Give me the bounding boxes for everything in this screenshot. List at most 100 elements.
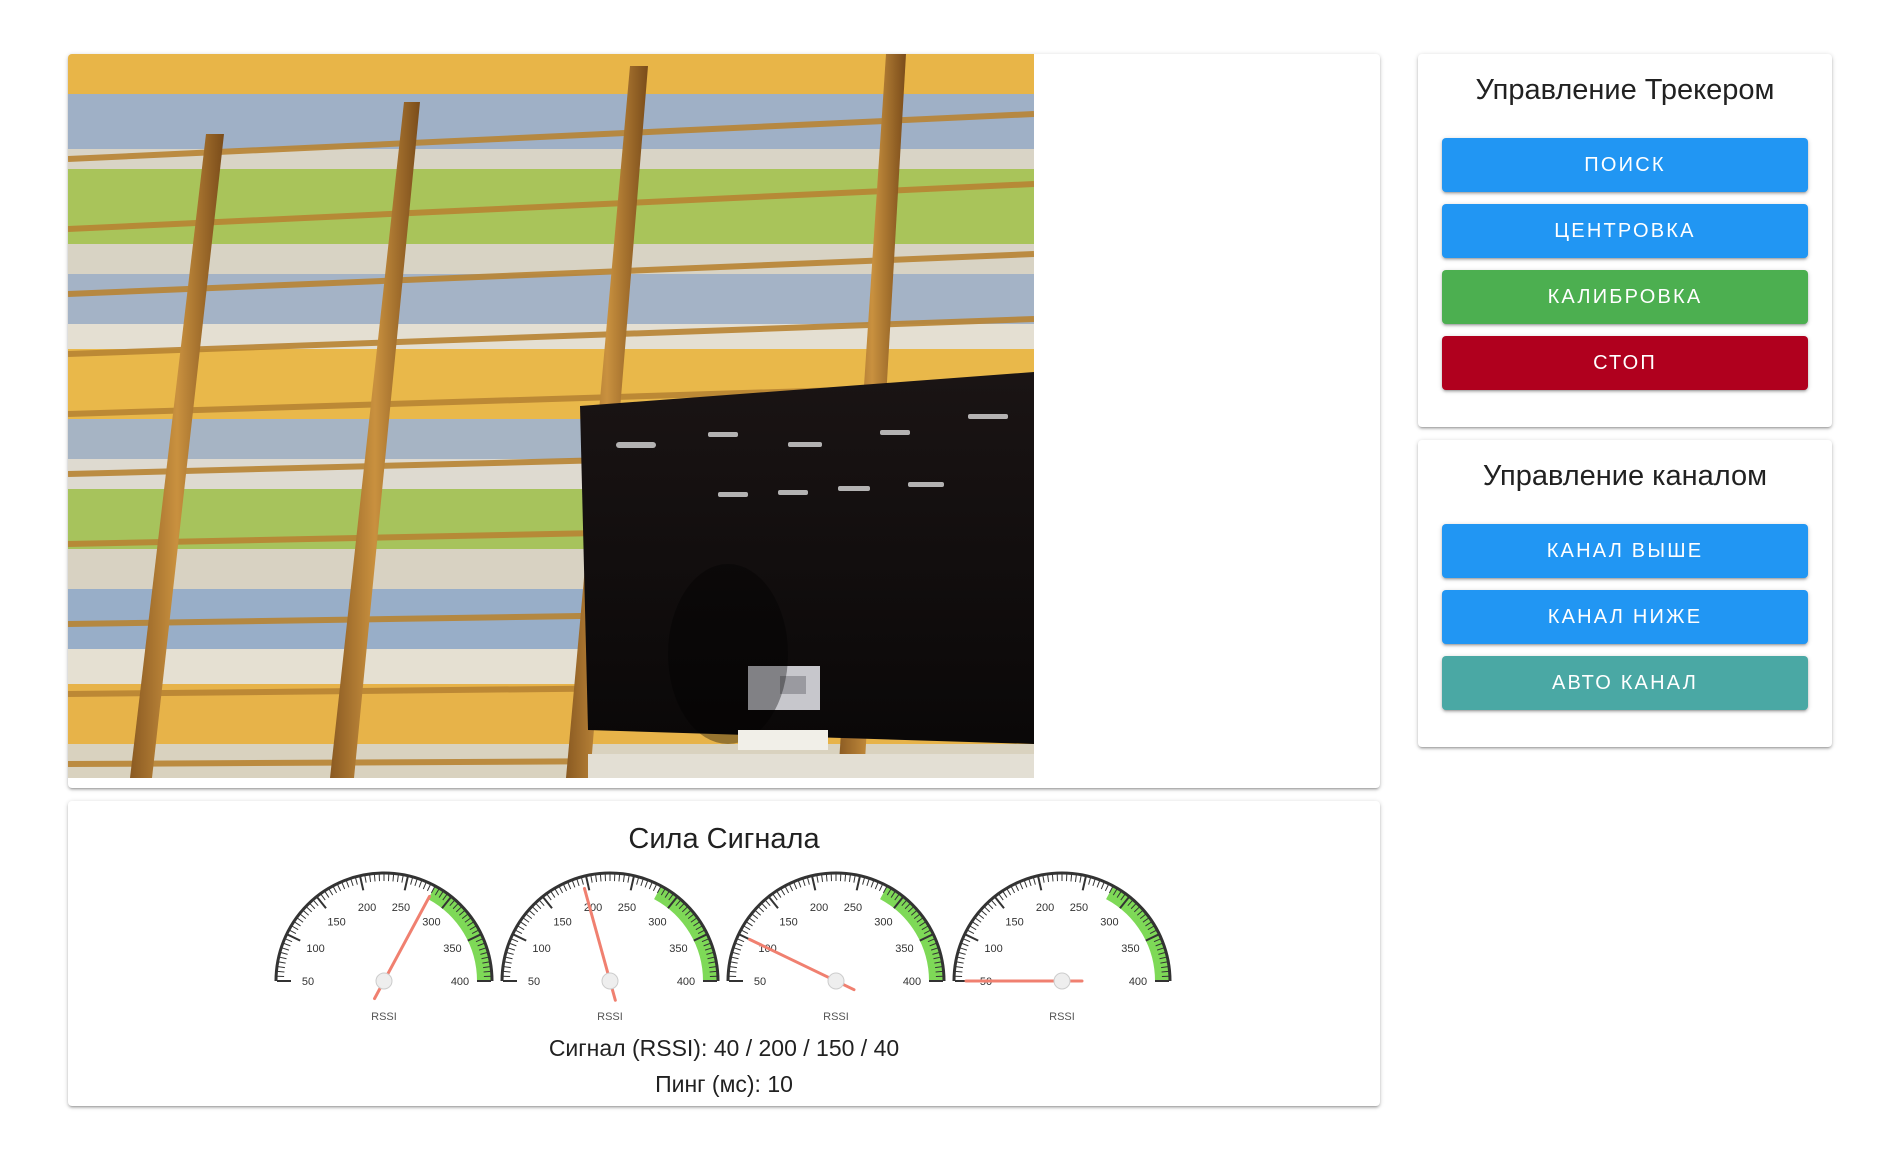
gauge-tick-label: 350 — [443, 943, 461, 955]
gauge-tick-label: 300 — [874, 917, 892, 929]
channel-up-button[interactable]: КАНАЛ ВЫШЕ — [1442, 524, 1808, 578]
gauge-minor-tick — [515, 929, 523, 935]
gauge-minor-tick — [422, 882, 427, 890]
gauge-label: RSSI — [823, 1011, 849, 1023]
calibrate-button[interactable]: КАЛИБРОВКА — [1442, 270, 1808, 324]
gauge-minor-tick — [337, 884, 342, 892]
gauge-minor-tick — [955, 970, 963, 973]
gauge-minor-tick — [306, 906, 313, 913]
gauge-minor-tick — [520, 921, 527, 927]
gauge-arc — [500, 871, 720, 982]
gauge-minor-tick — [752, 913, 759, 920]
gauge-minor-tick — [731, 956, 739, 960]
auto-channel-button[interactable]: АВТО КАНАЛ — [1442, 656, 1808, 710]
gauge-minor-tick — [277, 970, 285, 973]
gauge-minor-tick — [539, 900, 545, 907]
gauge-minor-tick — [401, 875, 404, 883]
gauge-label: RSSI — [1049, 1011, 1075, 1023]
gauge-minor-tick — [581, 877, 584, 885]
gauge-minor-tick — [1010, 886, 1016, 894]
gauge-tick-label: 150 — [327, 917, 345, 929]
stop-button[interactable]: СТОП — [1442, 336, 1808, 390]
gauge-tick-label: 100 — [984, 943, 1002, 955]
gauge-minor-tick — [960, 947, 968, 951]
gauge-tick-label: 50 — [302, 976, 314, 988]
gauge-tick-label: 200 — [1036, 902, 1054, 914]
gauge-minor-tick — [866, 879, 870, 887]
gauge-minor-tick — [1074, 874, 1077, 882]
gauge-minor-tick — [967, 929, 975, 935]
gauge-tick-label: 150 — [553, 917, 571, 929]
gauge-minor-tick — [576, 879, 580, 887]
gauge-minor-tick — [283, 942, 291, 947]
gauge-minor-tick — [776, 891, 782, 898]
gauge-tick-label: 200 — [810, 902, 828, 914]
gauge-minor-tick — [1002, 891, 1008, 898]
gauge-minor-tick — [332, 886, 338, 894]
gauge-minor-tick — [807, 877, 810, 885]
gauge-minor-tick — [1096, 880, 1101, 888]
gauge-minor-tick — [991, 900, 997, 907]
gauge-minor-tick — [567, 882, 572, 890]
gauge-minor-tick — [550, 891, 556, 898]
gauge-major-tick — [359, 876, 365, 891]
gauge-minor-tick — [755, 910, 762, 916]
channel-control-card: Управление каналом КАНАЛ ВЫШЕ КАНАЛ НИЖЕ… — [1418, 440, 1832, 747]
gauge-minor-tick — [571, 880, 576, 888]
gauge-major-tick — [811, 876, 817, 891]
gauge-minor-tick — [517, 925, 525, 931]
gauge-minor-tick — [504, 961, 512, 964]
gauge-tick-label: 250 — [392, 902, 410, 914]
gauge-minor-tick — [535, 903, 542, 910]
gauge-minor-tick — [958, 952, 966, 955]
gauge-tick-label: 250 — [1070, 902, 1088, 914]
tracker-control-card: Управление Трекером ПОИСК ЦЕНТРОВКА КАЛИ… — [1418, 54, 1832, 427]
gauge-minor-tick — [509, 942, 517, 947]
gauge-tick-label: 100 — [306, 943, 324, 955]
gauge-minor-tick — [987, 903, 994, 910]
center-button[interactable]: ЦЕНТРОВКА — [1442, 204, 1808, 258]
gauge-minor-tick — [853, 875, 856, 883]
gauge-minor-tick — [558, 886, 564, 894]
gauge-minor-tick — [503, 970, 511, 973]
gauge-minor-tick — [1104, 884, 1109, 892]
gauge-minor-tick — [300, 913, 307, 920]
gauge-minor-tick — [956, 961, 964, 964]
gauge-minor-tick — [303, 910, 310, 916]
gauge-minor-tick — [821, 874, 824, 882]
gauge-minor-tick — [1033, 877, 1036, 885]
gauge-minor-tick — [784, 886, 790, 894]
gauge-minor-tick — [285, 938, 293, 943]
gauge-minor-tick — [1161, 970, 1169, 973]
gauge-minor-tick — [1015, 884, 1020, 892]
gauge-minor-tick — [1088, 877, 1091, 885]
gauge-major-tick — [855, 876, 861, 891]
gauge-minor-tick — [426, 884, 431, 892]
gauge-minor-tick — [345, 880, 350, 888]
gauge-tick-label: 50 — [528, 976, 540, 988]
gauge-major-tick — [287, 933, 301, 942]
gauge-tick-label: 250 — [618, 902, 636, 914]
gauge-minor-tick — [862, 877, 865, 885]
gauge-minor-tick — [765, 900, 771, 907]
gauge-minor-tick — [1023, 880, 1028, 888]
search-button[interactable]: ПОИСК — [1442, 138, 1808, 192]
gauge-minor-tick — [1051, 874, 1054, 882]
gauge-minor-tick — [735, 942, 743, 947]
gauge-major-tick — [1037, 876, 1043, 891]
gauge-minor-tick — [508, 947, 516, 951]
channel-down-button[interactable]: КАНАЛ НИЖЕ — [1442, 590, 1808, 644]
gauge-minor-tick — [414, 879, 418, 887]
gauge-minor-tick — [410, 877, 413, 885]
gauge-minor-tick — [526, 913, 533, 920]
gauge-minor-tick — [1092, 879, 1096, 887]
gauge-minor-tick — [373, 874, 376, 882]
gauge-minor-tick — [622, 874, 625, 882]
gauge-minor-tick — [529, 910, 536, 916]
gauge-arc — [952, 871, 1172, 982]
gauge-minor-tick — [640, 879, 644, 887]
gauge-major-tick — [403, 876, 409, 891]
gauge-major-tick — [585, 876, 591, 891]
gauge-minor-tick — [324, 891, 330, 898]
gauge-tick-label: 300 — [1100, 917, 1118, 929]
